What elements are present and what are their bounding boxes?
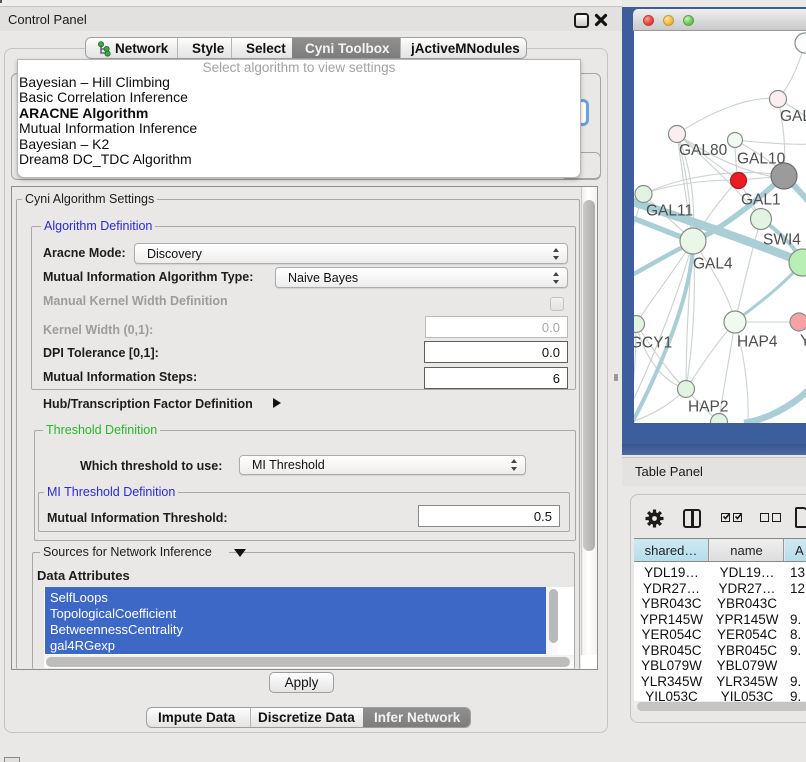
- svg-text:GAL7: GAL7: [780, 108, 806, 125]
- svg-text:HAP2: HAP2: [688, 399, 729, 416]
- svg-text:GAL1: GAL1: [741, 192, 781, 209]
- svg-text:GAL11: GAL11: [646, 203, 693, 220]
- svg-text:Y: Y: [800, 333, 806, 350]
- svg-text:SWI4: SWI4: [763, 232, 801, 249]
- svg-text:GCY1: GCY1: [634, 335, 672, 352]
- svg-text:GAL4: GAL4: [693, 256, 733, 273]
- svg-text:HAP4: HAP4: [737, 334, 778, 351]
- svg-text:GAL10: GAL10: [737, 151, 786, 168]
- svg-text:GAL80: GAL80: [679, 142, 728, 159]
